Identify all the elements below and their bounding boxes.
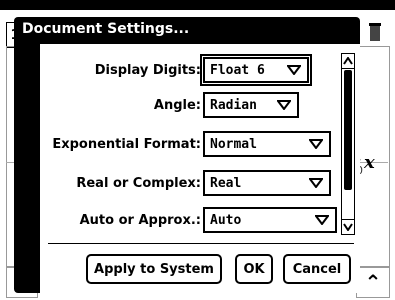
dropdown-arrow-icon [313, 211, 331, 229]
setting-label-real-or-complex: Real or Complex: [76, 176, 201, 191]
dropdown-value: Float 6 [210, 62, 265, 78]
dropdown-value: Normal [210, 136, 257, 152]
auto-or-approx-dropdown[interactable]: Auto [203, 207, 337, 233]
dialog-title: Document Settings... [22, 21, 190, 37]
top-bar [0, 0, 395, 10]
setting-label-exponential-format: Exponential Format: [52, 137, 201, 152]
axis-variable-label: x [364, 152, 375, 173]
trash-icon[interactable] [368, 22, 382, 42]
scroll-down-icon[interactable] [342, 219, 354, 234]
dropdown-arrow-icon [285, 61, 303, 79]
setting-label-auto-or-approx: Auto or Approx.: [79, 213, 201, 228]
scroll-up-icon[interactable] [342, 54, 354, 69]
dropdown-arrow-icon [275, 96, 293, 114]
settings-scrollbar[interactable] [341, 53, 355, 235]
dropdown-arrow-icon [307, 135, 325, 153]
real-or-complex-dropdown[interactable]: Real [203, 170, 331, 196]
setting-label-angle: Angle: [153, 98, 201, 113]
setting-label-display-digits: Display Digits: [94, 63, 201, 78]
dropdown-value: Radian [210, 97, 257, 113]
display-digits-dropdown[interactable]: Float 6 [200, 54, 312, 86]
scrollbar-thumb[interactable] [344, 70, 352, 190]
angle-dropdown[interactable]: Radian [203, 92, 299, 118]
ok-button[interactable]: OK [235, 254, 273, 284]
dropdown-value: Auto [210, 212, 242, 228]
dialog-divider [48, 243, 354, 244]
cancel-button[interactable]: Cancel [283, 254, 351, 284]
double-chevron-up-icon[interactable]: ⌃ [356, 266, 390, 298]
exponential-format-dropdown[interactable]: Normal [203, 131, 331, 157]
dropdown-value: Real [210, 175, 242, 191]
dropdown-arrow-icon [307, 174, 325, 192]
apply-to-system-button[interactable]: Apply to System [86, 254, 222, 284]
